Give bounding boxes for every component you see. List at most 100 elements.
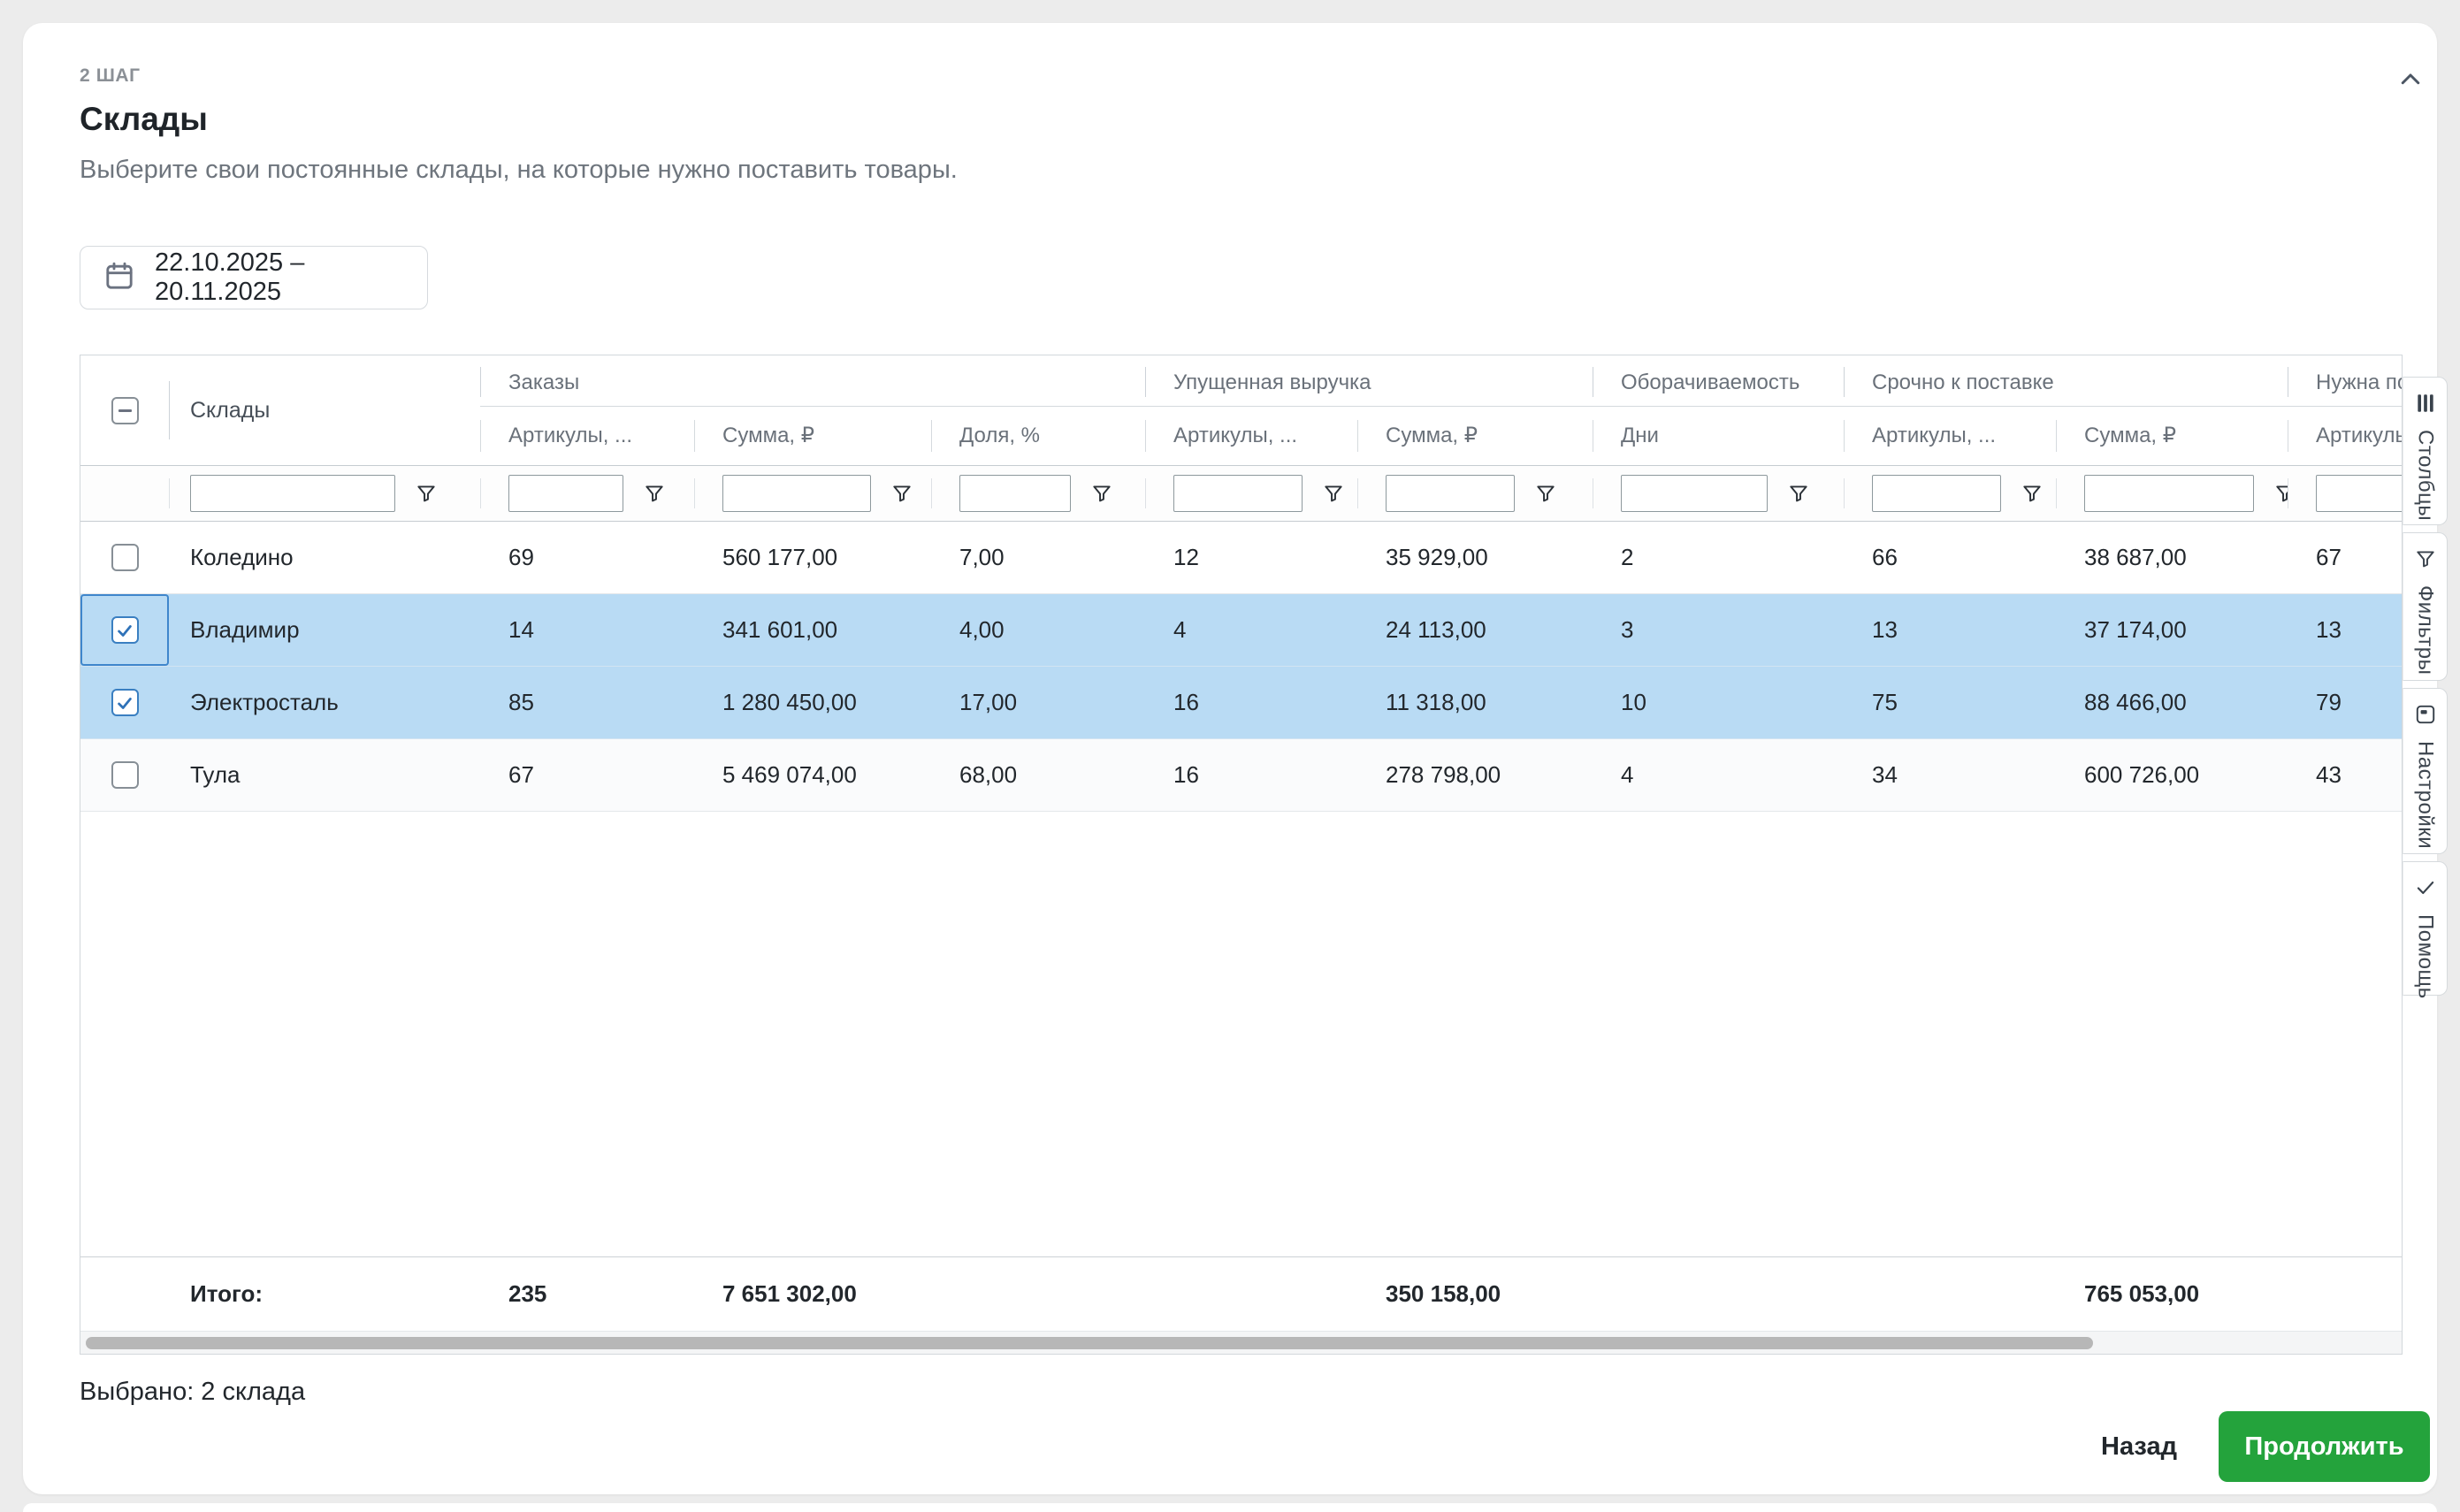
date-range-value: 22.10.2025 – 20.11.2025 (155, 248, 404, 307)
cell-value: 3 (1593, 594, 1844, 666)
tab-label: Фильтры (2413, 585, 2438, 675)
cell-value: 14 (480, 594, 694, 666)
warehouse-name: Электросталь (169, 667, 480, 738)
cell-value: 4 (1593, 739, 1844, 811)
col-orders-sum[interactable]: Сумма, ₽ (694, 407, 931, 464)
filter-input-lost-articles[interactable] (1173, 475, 1303, 512)
group-header-row: Заказы Упущенная выручка Оборачиваемость… (480, 355, 2402, 407)
col-urgent-articles[interactable]: Артикулы, ... (1844, 407, 2056, 464)
funnel-icon (2414, 547, 2437, 575)
funnel-icon[interactable] (890, 482, 913, 505)
funnel-icon[interactable] (2021, 482, 2044, 505)
row-checkbox[interactable] (111, 616, 139, 644)
totals-value: 350 158,00 (1357, 1257, 1593, 1331)
indeterminate-mark (118, 409, 132, 412)
funnel-icon[interactable] (1534, 482, 1557, 505)
funnel-icon[interactable] (415, 482, 438, 505)
calendar-icon (103, 260, 135, 296)
cell-value: 85 (480, 667, 694, 738)
tab-filters[interactable]: Фильтры (2403, 532, 2448, 681)
tab-label: Помощь (2413, 914, 2438, 999)
totals-value (1145, 1257, 1357, 1331)
totals-label: Итого: (169, 1257, 480, 1331)
funnel-icon[interactable] (1787, 482, 1810, 505)
row-checkbox[interactable] (111, 544, 139, 571)
back-button[interactable]: Назад (2086, 1424, 2192, 1470)
group-need-supply: Нужна пост (2288, 355, 2402, 406)
totals-value: 7 651 302,00 (694, 1257, 931, 1331)
cell-value: 7,00 (931, 522, 1145, 593)
cell-value: 12 (1145, 522, 1357, 593)
horizontal-scrollbar[interactable] (80, 1331, 2402, 1354)
cell-value: 34 (1844, 739, 2056, 811)
cell-value: 13 (1844, 594, 2056, 666)
totals-value: 235 (480, 1257, 694, 1331)
select-all-checkbox[interactable] (111, 397, 139, 424)
tab-settings[interactable]: Настройки (2403, 688, 2448, 854)
cell-value: 16 (1145, 667, 1357, 738)
filter-input-urgent-sum[interactable] (2084, 475, 2254, 512)
warehouse-name: Владимир (169, 594, 480, 666)
col-urgent-sum[interactable]: Сумма, ₽ (2056, 407, 2288, 464)
row-checkbox[interactable] (111, 761, 139, 789)
cell-value: 17,00 (931, 667, 1145, 738)
cell-value: 75 (1844, 667, 2056, 738)
check-icon (115, 621, 134, 640)
cell-value: 560 177,00 (694, 522, 931, 593)
cell-value: 4 (1145, 594, 1357, 666)
row-checkbox[interactable] (111, 689, 139, 716)
cell-value: 67 (2288, 522, 2402, 593)
table-row-elektrostal[interactable]: Электросталь 85 1 280 450,00 17,00 16 11… (80, 667, 2402, 739)
filter-input-orders-sum[interactable] (722, 475, 871, 512)
filter-input-orders-articles[interactable] (508, 475, 623, 512)
next-step-panel-edge (23, 1503, 2437, 1512)
filter-input-orders-share[interactable] (959, 475, 1071, 512)
col-lost-sum[interactable]: Сумма, ₽ (1357, 407, 1593, 464)
funnel-icon[interactable] (1090, 482, 1113, 505)
filter-input-need-articles[interactable] (2316, 475, 2402, 512)
select-all-cell (80, 397, 169, 424)
table-row-tula[interactable]: Тула 67 5 469 074,00 68,00 16 278 798,00… (80, 739, 2402, 812)
col-orders-share[interactable]: Доля, % (931, 407, 1145, 464)
horizontal-scrollbar-thumb[interactable] (86, 1337, 2093, 1349)
col-lost-articles[interactable]: Артикулы, ... (1145, 407, 1357, 464)
funnel-icon[interactable] (643, 482, 666, 505)
collapse-button[interactable] (2387, 62, 2433, 101)
group-urgent-supply: Срочно к поставке (1844, 355, 2288, 406)
column-header-row: Артикулы, ... Сумма, ₽ Доля, % Артикулы,… (480, 407, 2402, 464)
cell-value: 68,00 (931, 739, 1145, 811)
filter-input-urgent-articles[interactable] (1872, 475, 2001, 512)
table-row-koledino[interactable]: Коледино 69 560 177,00 7,00 12 35 929,00… (80, 522, 2402, 594)
chevron-up-icon (2397, 66, 2424, 97)
cell-value: 600 726,00 (2056, 739, 2288, 811)
totals-row: Итого: 235 7 651 302,00 350 158,00 765 0… (80, 1256, 2402, 1331)
cell-value: 69 (480, 522, 694, 593)
cell-value: 38 687,00 (2056, 522, 2288, 593)
col-orders-articles[interactable]: Артикулы, ... (480, 407, 694, 464)
page-title: Склады (80, 101, 208, 138)
filter-input-turnover-days[interactable] (1621, 475, 1768, 512)
group-lost-revenue: Упущенная выручка (1145, 355, 1593, 406)
continue-button[interactable]: Продолжить (2219, 1411, 2430, 1482)
cell-value: 1 280 450,00 (694, 667, 931, 738)
step-label: 2 ШАГ (80, 65, 141, 87)
warehouse-column-header[interactable]: Склады (169, 355, 480, 465)
step-panel: 2 ШАГ Склады Выберите свои постоянные ск… (23, 23, 2437, 1494)
warehouses-table: Склады Заказы Упущенная выручка Оборачив… (80, 355, 2403, 1355)
cell-value: 43 (2288, 739, 2402, 811)
table-header: Склады Заказы Упущенная выручка Оборачив… (80, 355, 2402, 465)
cell-value: 88 466,00 (2056, 667, 2288, 738)
cell-value: 35 929,00 (1357, 522, 1593, 593)
tab-help[interactable]: Помощь (2403, 861, 2448, 996)
date-range-button[interactable]: 22.10.2025 – 20.11.2025 (80, 246, 428, 309)
col-turnover-days[interactable]: Дни (1593, 407, 1844, 464)
filter-input-lost-sum[interactable] (1386, 475, 1515, 512)
filter-input-warehouse[interactable] (190, 475, 395, 512)
col-need-articles[interactable]: Артикулы, ... (2288, 407, 2402, 464)
tab-columns[interactable]: Столбцы (2403, 377, 2448, 525)
funnel-icon[interactable] (2273, 482, 2288, 505)
cell-value: 4,00 (931, 594, 1145, 666)
table-row-vladimir[interactable]: Владимир 14 341 601,00 4,00 4 24 113,00 … (80, 594, 2402, 667)
funnel-icon[interactable] (1322, 482, 1345, 505)
totals-value (2288, 1257, 2402, 1331)
